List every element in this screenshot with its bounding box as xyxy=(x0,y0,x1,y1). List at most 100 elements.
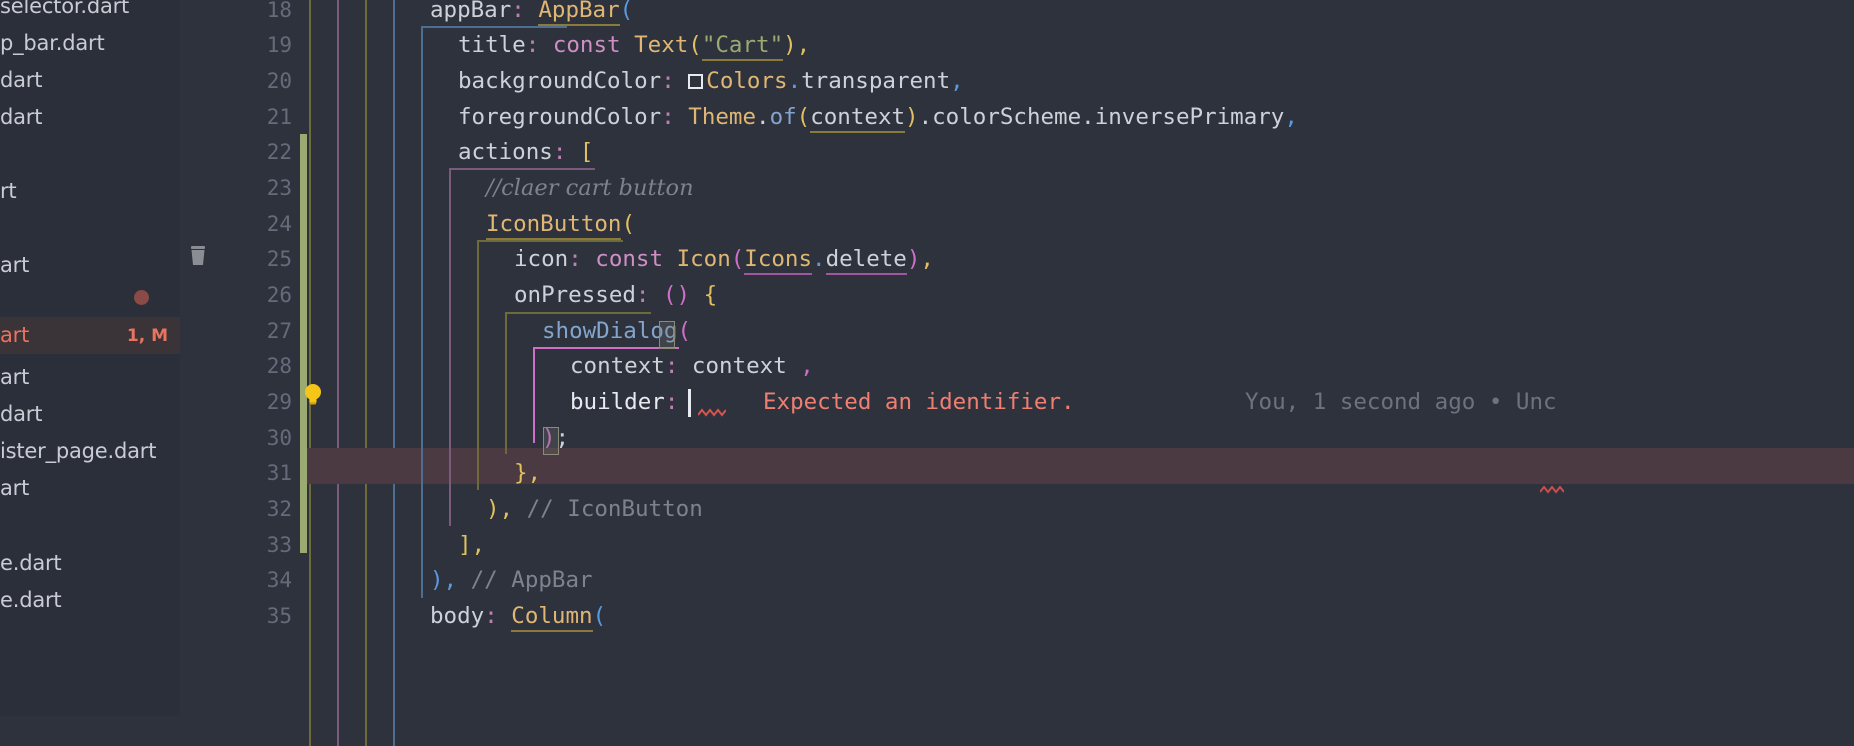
project-sidebar[interactable]: selector.dart p_bar.dart dart dart rt ar… xyxy=(0,0,180,746)
list-item[interactable]: art xyxy=(0,247,180,284)
list-item[interactable]: dart xyxy=(0,396,180,433)
gutter-line: 32 xyxy=(180,492,300,528)
delete-gutter-icon[interactable] xyxy=(188,246,208,270)
list-item[interactable]: selector.dart xyxy=(0,0,180,25)
gutter-line: 31 xyxy=(180,456,300,492)
file-label: art xyxy=(0,365,30,389)
gutter-line: 33 xyxy=(180,528,300,564)
code-line-28[interactable]: context: context , xyxy=(570,349,1854,385)
gutter-line: 26 xyxy=(180,278,300,314)
color-swatch-icon xyxy=(688,74,704,89)
list-item[interactable]: e.dart xyxy=(0,545,180,582)
gutter-line: 29 xyxy=(180,385,300,421)
line-number: 26 xyxy=(266,283,292,308)
list-item[interactable]: p_bar.dart xyxy=(0,25,180,62)
file-label: art xyxy=(0,323,30,347)
gutter-line: 23 xyxy=(180,171,300,207)
gutter-line: 19 xyxy=(180,28,300,64)
list-item[interactable]: art xyxy=(0,359,180,396)
sidebar-footer-strip xyxy=(0,716,180,746)
line-number: 25 xyxy=(266,247,292,272)
indent-guide xyxy=(309,0,311,746)
line-number: 27 xyxy=(266,319,292,344)
block-guide-actions xyxy=(449,168,451,526)
bracket-match-highlight xyxy=(659,321,675,349)
gutter-line: 28 xyxy=(180,349,300,385)
list-item[interactable]: dart xyxy=(0,62,180,99)
code-line-22[interactable]: actions: [ xyxy=(458,135,1854,171)
list-item[interactable]: e.dart xyxy=(0,582,180,619)
line-number: 23 xyxy=(266,176,292,201)
file-label: selector.dart xyxy=(0,0,130,18)
code-line-30[interactable]: ); xyxy=(542,421,1854,457)
gutter-line: 35 xyxy=(180,599,300,635)
line-number: 18 xyxy=(266,0,292,23)
line-number: 22 xyxy=(266,140,292,165)
gutter-line: 34 xyxy=(180,563,300,599)
file-label: rt xyxy=(0,179,17,203)
code-line-25[interactable]: icon: const Icon(Icons.delete), xyxy=(514,242,1854,278)
code-line-20[interactable]: backgroundColor: Colors.transparent, xyxy=(458,64,1854,100)
line-number: 34 xyxy=(266,568,292,593)
inline-blame-annotation: You, 1 second ago • Unc xyxy=(1245,389,1557,415)
code-line-31[interactable]: }, xyxy=(514,456,1854,492)
editor-window: selector.dart p_bar.dart dart dart rt ar… xyxy=(0,0,1854,746)
line-number: 31 xyxy=(266,461,292,486)
code-line-27[interactable]: showDialog( xyxy=(542,314,1854,350)
line-number: 19 xyxy=(266,33,292,58)
gutter-line: 21 xyxy=(180,100,300,136)
code-line-18[interactable]: appBar: AppBar( xyxy=(430,0,1854,29)
line-number: 30 xyxy=(266,426,292,451)
list-item[interactable]: art xyxy=(0,470,180,507)
gutter-line: 22 xyxy=(180,135,300,171)
code-line-35[interactable]: body: Column( xyxy=(430,599,1854,635)
file-label: dart xyxy=(0,105,43,129)
line-number: 21 xyxy=(266,105,292,130)
intention-bulb-icon[interactable] xyxy=(303,383,323,407)
list-item[interactable]: ister_page.dart xyxy=(0,433,180,470)
bracket-match-highlight xyxy=(543,427,559,455)
code-text-area[interactable]: appBar: AppBar( title: const Text("Cart"… xyxy=(300,0,1854,746)
file-label: art xyxy=(0,476,30,500)
gutter-line: 24 xyxy=(180,207,300,243)
gutter-line: 30 xyxy=(180,421,300,457)
code-line-21[interactable]: foregroundColor: Theme.of(context).color… xyxy=(458,100,1854,136)
list-item-selected[interactable]: art 1, M xyxy=(0,317,180,354)
code-line-32[interactable]: ), // IconButton xyxy=(486,492,1854,528)
text-caret xyxy=(688,389,691,417)
vcs-change-bar[interactable] xyxy=(300,134,307,553)
gutter-line: 18 xyxy=(180,0,300,29)
code-line-24[interactable]: IconButton( xyxy=(486,207,1854,243)
error-dot-icon xyxy=(134,290,149,305)
code-line-33[interactable]: ], xyxy=(458,528,1854,564)
error-squiggle-icon xyxy=(1540,485,1564,494)
line-number-gutter[interactable]: 18 19 20 21 22 23 24 25 26 27 28 29 30 3… xyxy=(180,0,300,746)
list-item[interactable]: dart xyxy=(0,99,180,136)
list-item[interactable]: rt xyxy=(0,173,180,210)
code-line-34[interactable]: ), // AppBar xyxy=(430,563,1854,599)
block-guide-onpressed xyxy=(505,312,507,454)
indent-guide xyxy=(393,0,395,746)
block-guide-showdialog xyxy=(533,347,535,443)
code-line-19[interactable]: title: const Text("Cart"), xyxy=(458,28,1854,64)
block-guide-appbar xyxy=(421,26,423,598)
file-label: dart xyxy=(0,68,43,92)
line-number: 28 xyxy=(266,354,292,379)
line-number: 29 xyxy=(266,390,292,415)
line-number: 32 xyxy=(266,497,292,522)
file-status-badge: 1, M xyxy=(126,325,168,346)
indent-guide xyxy=(365,0,367,746)
code-line-26[interactable]: onPressed: () { xyxy=(514,278,1854,314)
file-label: art xyxy=(0,253,30,277)
block-guide-iconbutton xyxy=(477,240,479,490)
gutter-line: 27 xyxy=(180,314,300,350)
error-squiggle-icon xyxy=(698,408,726,417)
file-label: ister_page.dart xyxy=(0,439,157,463)
line-number: 20 xyxy=(266,69,292,94)
gutter-line: 20 xyxy=(180,64,300,100)
code-line-23: //claer cart button xyxy=(486,171,1854,207)
code-comment: //claer cart button xyxy=(486,175,694,201)
file-label: e.dart xyxy=(0,588,62,612)
line-number: 33 xyxy=(266,533,292,558)
line-number: 24 xyxy=(266,212,292,237)
